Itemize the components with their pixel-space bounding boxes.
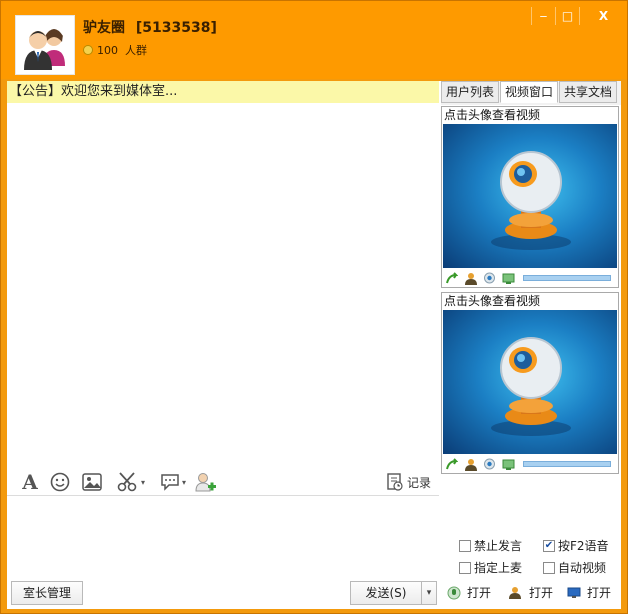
chat-room-window: 驴友圈 [5133538] 100 人群 ‒ □ X 【公告】欢迎您来到媒体室.… bbox=[0, 0, 628, 614]
video-title: 点击头像查看视频 bbox=[444, 108, 541, 122]
emoji-icon[interactable] bbox=[49, 469, 71, 495]
open-microphone-button[interactable]: 打开 bbox=[447, 584, 491, 601]
checkbox-box[interactable] bbox=[543, 561, 555, 574]
open-speaker-button[interactable]: 打开 bbox=[509, 584, 553, 601]
monitor-icon bbox=[567, 587, 581, 598]
checkbox-assign-mic[interactable]: 指定上麦 bbox=[459, 559, 522, 576]
chat-bubble-icon[interactable]: ▾ bbox=[155, 469, 191, 495]
arrow-icon[interactable] bbox=[445, 457, 459, 471]
font-icon[interactable]: A bbox=[19, 469, 41, 495]
member-count: 100 bbox=[97, 43, 118, 57]
tab-video-window[interactable]: 视频窗口 bbox=[500, 81, 559, 103]
video-panel: 点击头像查看视频 bbox=[441, 292, 619, 474]
tab-shared-docs[interactable]: 共享文档 bbox=[559, 81, 618, 103]
checkbox-label: 禁止发言 bbox=[474, 539, 523, 553]
send-options-dropdown[interactable]: ▾ bbox=[421, 581, 437, 605]
checkbox-box[interactable] bbox=[459, 539, 471, 552]
arrow-icon[interactable] bbox=[445, 271, 459, 285]
checkbox-label: 指定上麦 bbox=[474, 561, 523, 575]
open-screen-button[interactable]: 打开 bbox=[567, 584, 611, 601]
user-speaker-icon bbox=[509, 586, 521, 599]
video-panel: 点击头像查看视频 bbox=[441, 106, 619, 288]
microphone-icon bbox=[447, 586, 461, 599]
camera-icon[interactable] bbox=[483, 272, 496, 285]
open-label: 打开 bbox=[529, 586, 554, 600]
volume-slider[interactable] bbox=[523, 461, 611, 467]
member-unit: 人群 bbox=[125, 44, 147, 57]
video-controls bbox=[445, 271, 617, 285]
checkbox-f2-voice[interactable]: ✔ 按F2语音 bbox=[543, 537, 609, 554]
video-title: 点击头像查看视频 bbox=[444, 294, 541, 308]
send-button[interactable]: 发送(S) bbox=[350, 581, 422, 605]
checkbox-mute-all[interactable]: 禁止发言 bbox=[459, 537, 522, 554]
record-button[interactable]: 记录 bbox=[387, 473, 431, 491]
window-controls: ‒ □ X bbox=[531, 7, 627, 25]
room-id: [5133538] bbox=[135, 20, 217, 36]
bottom-bar: 室长管理 发送(S) ▾ 打开 打开 打开 bbox=[7, 575, 621, 609]
gold-coin-icon bbox=[83, 45, 93, 55]
webcam-placeholder[interactable] bbox=[443, 310, 617, 454]
close-button[interactable]: X bbox=[579, 7, 627, 25]
video-controls bbox=[445, 457, 617, 471]
room-name: 驴友圈 bbox=[83, 20, 125, 36]
volume-slider[interactable] bbox=[523, 275, 611, 281]
room-avatar[interactable] bbox=[15, 15, 75, 75]
room-manage-button[interactable]: 室长管理 bbox=[11, 581, 83, 605]
message-input[interactable] bbox=[7, 495, 439, 575]
screen-icon[interactable] bbox=[502, 458, 515, 471]
chevron-down-icon: ▾ bbox=[140, 477, 145, 487]
announcement-bar: 【公告】欢迎您来到媒体室... bbox=[7, 81, 439, 103]
checkbox-box[interactable]: ✔ bbox=[543, 539, 555, 552]
main-body: 【公告】欢迎您来到媒体室... A ▾ ▾ 记录 用户列表 视频窗口 共享文档 … bbox=[7, 81, 621, 609]
room-members: 100 人群 bbox=[83, 42, 147, 58]
document-clock-icon bbox=[387, 473, 403, 491]
checkbox-box[interactable] bbox=[459, 561, 471, 574]
open-label: 打开 bbox=[587, 586, 612, 600]
checkbox-label: 按F2语音 bbox=[558, 539, 609, 553]
webcam-icon bbox=[491, 151, 571, 250]
maximize-button[interactable]: □ bbox=[555, 7, 579, 25]
scissors-icon[interactable]: ▾ bbox=[113, 469, 149, 495]
webcam-placeholder[interactable] bbox=[443, 124, 617, 268]
input-toolbar: A ▾ ▾ 记录 bbox=[7, 469, 439, 495]
checkbox-auto-video[interactable]: 自动视频 bbox=[543, 559, 606, 576]
record-label: 记录 bbox=[406, 475, 431, 490]
screen-icon[interactable] bbox=[502, 272, 515, 285]
user-microphone-icon[interactable] bbox=[464, 272, 477, 285]
webcam-icon bbox=[491, 337, 571, 436]
users-avatar-icon bbox=[24, 29, 65, 70]
minimize-button[interactable]: ‒ bbox=[531, 7, 555, 25]
add-user-icon[interactable] bbox=[193, 469, 217, 495]
chevron-down-icon: ▾ bbox=[181, 477, 186, 487]
open-label: 打开 bbox=[467, 586, 492, 600]
checkbox-label: 自动视频 bbox=[558, 561, 607, 575]
image-icon[interactable] bbox=[81, 469, 103, 495]
user-microphone-icon[interactable] bbox=[464, 458, 477, 471]
title-bar[interactable]: 驴友圈 [5133538] 100 人群 ‒ □ X bbox=[1, 1, 627, 79]
camera-icon[interactable] bbox=[483, 458, 496, 471]
tab-user-list[interactable]: 用户列表 bbox=[441, 81, 500, 103]
right-panel-tabs: 用户列表 视频窗口 共享文档 bbox=[441, 81, 621, 105]
room-title: 驴友圈 [5133538] bbox=[83, 17, 217, 37]
chat-message-area[interactable] bbox=[7, 103, 439, 469]
